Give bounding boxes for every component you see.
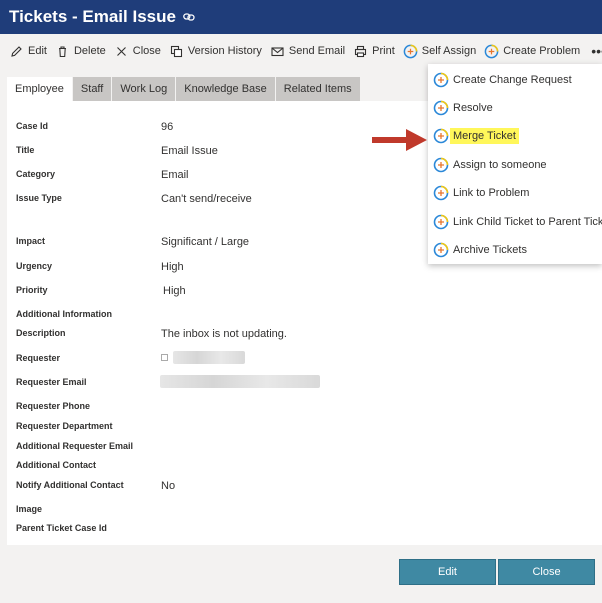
impact-label: Impact: [16, 236, 46, 246]
version-history-label: Version History: [187, 45, 262, 57]
impact-value: Significant / Large: [161, 236, 250, 248]
urgency-value: High: [161, 261, 184, 273]
priority-value: High: [163, 285, 186, 297]
tab-staff[interactable]: Staff: [72, 77, 112, 101]
menu-item-label: Resolve: [453, 102, 493, 114]
version-history-icon: [169, 44, 184, 59]
workflow-icon: [433, 72, 449, 88]
self-assign-label: Self Assign: [421, 45, 477, 57]
category-value: Email: [161, 169, 189, 181]
requester-redacted: [173, 351, 245, 364]
menu-item-label: Link to Problem: [453, 187, 530, 199]
command-bar: Edit Delete Close Version History Send E…: [0, 38, 602, 64]
workflow-icon: [433, 100, 449, 116]
menu-item-merge-ticket[interactable]: Merge Ticket: [433, 125, 519, 147]
tab-work-log[interactable]: Work Log: [112, 77, 176, 101]
requester-presence-icon: [161, 354, 168, 361]
menu-item-label: Merge Ticket: [450, 128, 519, 144]
workflow-icon: [433, 157, 449, 173]
close-button[interactable]: Close: [111, 38, 166, 64]
case-id-label: Case Id: [16, 121, 49, 131]
menu-item-label: Assign to someone: [453, 159, 547, 171]
workflow-icon: [433, 242, 449, 258]
pencil-icon: [9, 44, 24, 59]
page-title: Tickets - Email Issue: [9, 7, 176, 26]
workflow-icon: [403, 44, 418, 59]
menu-item-assign-to-someone[interactable]: Assign to someone: [433, 154, 547, 176]
additional-contact-label: Additional Contact: [16, 460, 96, 470]
workflow-icon: [433, 214, 449, 230]
self-assign-button[interactable]: Self Assign: [400, 38, 481, 64]
more-commands-button[interactable]: •••: [585, 38, 602, 64]
link-icon[interactable]: [183, 12, 195, 22]
tab-employee[interactable]: Employee: [7, 77, 72, 101]
requester-label: Requester: [16, 353, 61, 363]
workflow-icon: [433, 185, 449, 201]
menu-item-resolve[interactable]: Resolve: [433, 97, 493, 119]
delete-button[interactable]: Delete: [52, 38, 111, 64]
edit-button[interactable]: Edit: [6, 38, 52, 64]
annotation-arrow-icon: [372, 129, 427, 151]
parent-ticket-case-id-label: Parent Ticket Case Id: [16, 523, 107, 533]
page-header: Tickets - Email Issue: [0, 0, 602, 34]
send-email-label: Send Email: [288, 45, 346, 57]
send-email-button[interactable]: Send Email: [267, 38, 350, 64]
issue-type-value: Can't send/receive: [161, 193, 252, 205]
tab-knowledge-base[interactable]: Knowledge Base: [176, 77, 275, 101]
notify-additional-contact-label: Notify Additional Contact: [16, 480, 124, 490]
create-problem-label: Create Problem: [503, 45, 581, 57]
version-history-button[interactable]: Version History: [166, 38, 267, 64]
footer-edit-button[interactable]: Edit: [399, 559, 496, 585]
priority-label: Priority: [16, 285, 48, 295]
additional-information-label: Additional Information: [16, 309, 112, 319]
menu-item-label: Create Change Request: [453, 74, 572, 86]
description-label: Description: [16, 328, 66, 338]
menu-item-label: Link Child Ticket to Parent Ticket: [453, 216, 602, 228]
description-value: The inbox is not updating.: [161, 328, 287, 340]
menu-item-link-child-ticket[interactable]: Link Child Ticket to Parent Ticket: [433, 211, 602, 233]
image-label: Image: [16, 504, 43, 514]
print-label: Print: [372, 45, 395, 57]
more-commands-menu: Create Change Request Resolve Merge Tick…: [428, 64, 602, 264]
close-icon: [114, 44, 129, 59]
menu-item-label: Archive Tickets: [453, 244, 527, 256]
menu-item-link-to-problem[interactable]: Link to Problem: [433, 182, 529, 204]
tab-related-items[interactable]: Related Items: [275, 77, 360, 101]
category-label: Category: [16, 169, 56, 179]
title-value: Email Issue: [161, 145, 218, 157]
issue-type-label: Issue Type: [16, 193, 62, 203]
trash-icon: [55, 44, 70, 59]
menu-item-archive-tickets[interactable]: Archive Tickets: [433, 239, 527, 261]
mail-icon: [270, 44, 285, 59]
requester-email-label: Requester Email: [16, 377, 87, 387]
footer-close-button[interactable]: Close: [498, 559, 595, 585]
urgency-label: Urgency: [16, 261, 53, 271]
requester-email-redacted: [160, 375, 320, 388]
tab-strip: Employee Staff Work Log Knowledge Base R…: [7, 77, 361, 101]
notify-additional-contact-value: No: [161, 480, 176, 492]
delete-label: Delete: [73, 45, 106, 57]
case-id-value: 96: [161, 121, 174, 133]
close-label: Close: [132, 45, 161, 57]
requester-department-label: Requester Department: [16, 421, 113, 431]
additional-requester-email-label: Additional Requester Email: [16, 441, 134, 451]
requester-phone-label: Requester Phone: [16, 401, 91, 411]
edit-label: Edit: [28, 45, 47, 57]
print-button[interactable]: Print: [350, 38, 400, 64]
menu-item-create-change-request[interactable]: Create Change Request: [433, 69, 572, 91]
title-label: Title: [16, 145, 35, 155]
workflow-icon: [433, 128, 449, 144]
print-icon: [353, 44, 368, 59]
workflow-icon: [484, 44, 499, 59]
create-problem-button[interactable]: Create Problem: [481, 38, 585, 64]
